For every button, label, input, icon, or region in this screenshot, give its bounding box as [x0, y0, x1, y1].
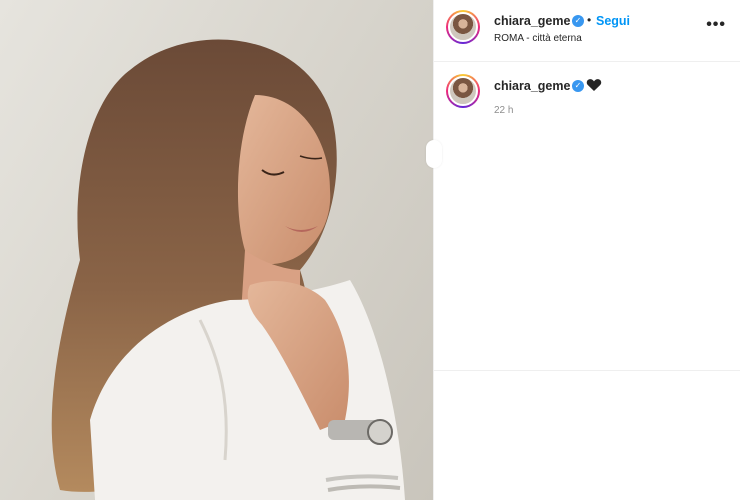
verified-badge-icon: ✓ [572, 15, 584, 27]
post-sidebar: chiara_geme ✓ • Segui ROMA - città etern… [426, 0, 740, 500]
avatar[interactable] [446, 10, 480, 44]
location-link[interactable]: ROMA - città eterna [494, 33, 582, 44]
separator-dot: • [587, 13, 592, 27]
caption-username[interactable]: chiara_geme [494, 79, 570, 93]
black-heart-icon [586, 79, 602, 91]
photo-illustration [51, 39, 405, 500]
post-timestamp[interactable]: 22 h [494, 105, 513, 116]
username-link[interactable]: chiara_geme [494, 14, 570, 28]
verified-badge-icon: ✓ [572, 80, 584, 92]
divider [434, 370, 740, 371]
follow-button[interactable]: Segui [596, 14, 630, 28]
more-options-icon[interactable]: ••• [706, 16, 726, 34]
caption-avatar[interactable] [446, 74, 480, 108]
scroll-handle[interactable] [426, 140, 442, 168]
post-header: chiara_geme ✓ • Segui ROMA - città etern… [434, 0, 740, 62]
post-photo[interactable] [0, 0, 433, 500]
